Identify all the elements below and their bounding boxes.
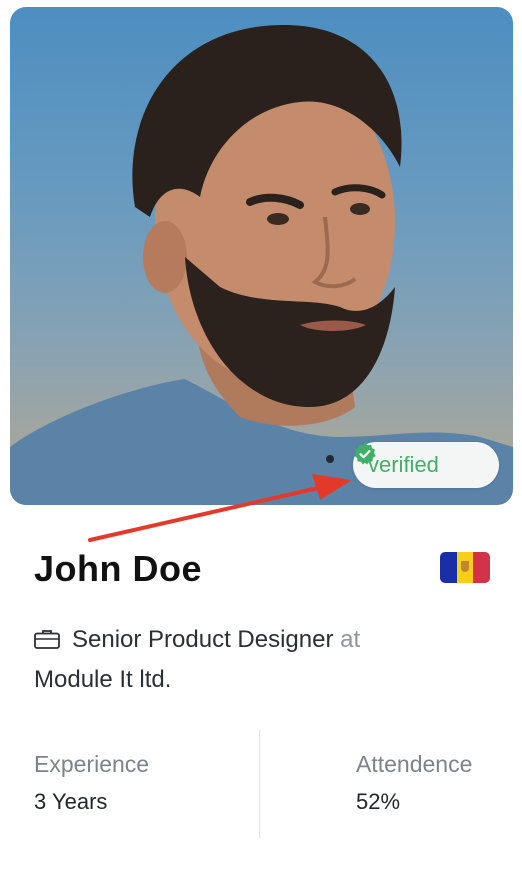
job-title-connector: at	[340, 626, 361, 653]
company-name: Module It ltd.	[34, 666, 172, 693]
stats-divider	[259, 730, 260, 838]
verified-badge: verified	[353, 442, 499, 488]
job-title: Senior Product Designer	[72, 626, 334, 653]
stat-label-attendance: Attendence	[356, 751, 473, 777]
job-title-block: Senior Product Designer at Module It ltd…	[34, 620, 454, 700]
profile-photo: verified	[10, 7, 513, 505]
verified-badge-label: verified	[368, 452, 439, 477]
profile-name: John Doe	[34, 548, 203, 589]
stat-value-attendance: 52%	[356, 789, 401, 814]
andorra-flag-icon	[440, 552, 490, 583]
briefcase-icon	[34, 630, 60, 649]
verified-check-icon	[354, 443, 376, 465]
stat-label-experience: Experience	[34, 751, 150, 777]
profile-portrait-image	[10, 24, 513, 505]
stat-value-experience: 3 Years	[34, 789, 108, 814]
